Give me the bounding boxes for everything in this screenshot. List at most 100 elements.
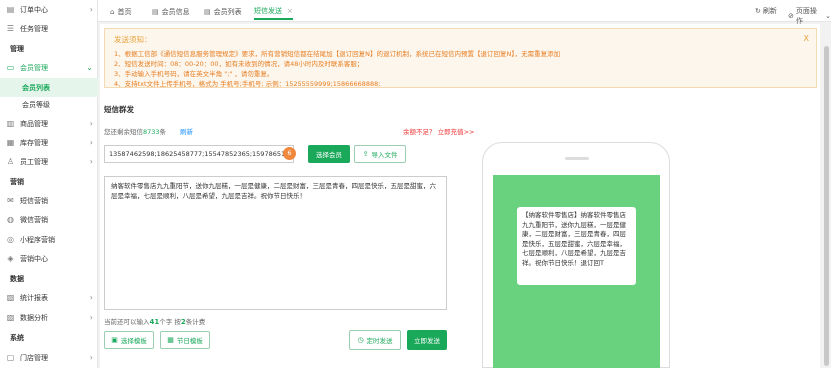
sidebar-item-label: 数据分析 — [20, 313, 48, 322]
sidebar-item-label: 会员等级 — [22, 100, 50, 109]
sidebar-item[interactable]: ♙ 员工管理 › — [0, 152, 98, 171]
sidebar-item[interactable]: ◈ 营销中心 — [0, 249, 98, 268]
list-icon: ☰ — [6, 24, 15, 33]
select-member-button[interactable]: 选择会员 — [308, 145, 350, 163]
word-count: 当前还可以输入41个字 按2条计费 — [104, 318, 206, 326]
sidebar-item-label: 营销中心 — [20, 254, 48, 263]
sidebar-item[interactable]: ▧ 统计报表 › — [0, 288, 98, 307]
sidebar-item[interactable]: ◎ 小程序营销 — [0, 230, 98, 249]
chevron-right-icon: › — [89, 119, 93, 128]
sidebar-item-label: 任务管理 — [20, 24, 48, 33]
phone-speaker — [565, 157, 589, 160]
clock-icon: ◷ — [357, 336, 364, 344]
sms-icon: ✉ — [7, 196, 14, 205]
sidebar-subitem[interactable]: 会员等级 — [0, 95, 98, 114]
tab-member-info[interactable]: ▤ 会员信息 — [152, 4, 190, 20]
scrollbar-thumb[interactable] — [824, 46, 829, 366]
page-ops-button[interactable]: ⊘ 页面操作 ⌄ — [788, 6, 831, 26]
marketing-icon: ◈ — [7, 254, 14, 263]
report-icon: ▧ — [6, 293, 15, 302]
main-content: 发送须知： 1、根据工信部《通信短信息服务管理规定》要求，所有营销短信都在结尾加… — [100, 24, 820, 368]
doc-icon: ▤ — [152, 8, 159, 16]
refresh-link[interactable]: 刷新 — [180, 126, 193, 136]
sidebar-item[interactable]: ▭ 会员管理 ⌄ — [0, 58, 98, 77]
stock-icon: ▦ — [6, 138, 15, 147]
sidebar-item-label: 短信营销 — [20, 196, 48, 205]
refresh-button[interactable]: ↻ 刷新 — [755, 6, 777, 16]
sidebar-item[interactable]: ✉ 短信营销 — [0, 191, 98, 210]
import-file-button[interactable]: ⇪ 导入文件 — [354, 145, 406, 163]
sidebar-item-label: 会员列表 — [22, 83, 50, 92]
notice-title: 发送须知： — [114, 35, 152, 44]
sidebar-section-heading: 营销 — [0, 172, 98, 191]
tab-home[interactable]: ⌂ 首页 — [110, 4, 131, 20]
chevron-right-icon: › — [89, 353, 93, 362]
sidebar-item-label: 营销 — [10, 177, 24, 186]
preview-bubble: 【纳客软件零售店】纳客软件零售店九九重阳节，送你九层糕，一层是健康，二层是财富，… — [517, 207, 636, 285]
select-template-button[interactable]: ▣ 选择模板 — [104, 331, 154, 349]
sidebar-section-heading: 数据 — [0, 269, 98, 288]
sidebar-item-label: 员工管理 — [20, 157, 48, 166]
staff-icon: ♙ — [6, 157, 15, 166]
phone-preview: 【纳客软件零售店】纳客软件零售店九九重阳节，送你九层糕，一层是健康，二层是财富，… — [482, 142, 670, 368]
upload-icon: ⇪ — [362, 150, 369, 158]
sidebar-section-heading: 管理 — [0, 39, 98, 58]
sidebar-item[interactable]: ◍ 微信营销 — [0, 210, 98, 229]
sidebar-item-label: 库存管理 — [20, 138, 48, 147]
refresh-icon: ↻ — [755, 7, 761, 15]
sidebar-section-heading: 系统 — [0, 328, 98, 347]
scrollbar[interactable] — [822, 24, 831, 368]
doc-icon: ▤ — [204, 8, 211, 16]
notice-line: 3、手动输入手机号码，请在英文半角 ";" ，请勿重复。 — [114, 70, 274, 78]
notice-line: 1、根据工信部《通信短信息服务管理规定》要求，所有营销短信都在结尾加【退订回复N… — [114, 50, 561, 58]
sidebar-item[interactable]: ▢ 门店管理 › — [0, 348, 98, 367]
sidebar-item-label: 商品管理 — [20, 119, 48, 128]
chevron-right-icon: › — [89, 313, 93, 322]
notice-line: 4、支持txt文件上传手机号，格式为 手机号;手机号; 示例：152555599… — [114, 80, 381, 88]
calendar-icon: ▦ — [167, 336, 174, 344]
sidebar-item-label: 系统 — [10, 333, 24, 342]
chevron-right-icon: › — [89, 293, 93, 302]
app-root: ▤ 订单中心 › ☰ 任务管理管理 ▭ 会员管理 ⌄ 会员列表会员等级 ▥ 商品管理 › ▦ 库存管理 › ♙… — [0, 0, 831, 368]
sidebar-item[interactable]: ☰ 任务管理 — [0, 19, 98, 38]
file-icon: ▤ — [6, 5, 15, 14]
wechat-icon: ◍ — [7, 215, 14, 224]
tab-sms-send[interactable]: 短信发送 × — [254, 4, 293, 20]
phone-screen: 【纳客软件零售店】纳客软件零售店九九重阳节，送你九层糕，一层是健康，二层是财富，… — [493, 175, 660, 368]
message-textarea[interactable]: 纳客软件零售店九九重阳节，送你九层糕，一层是健康，二层是财富，三层是青春，四层是… — [104, 176, 447, 310]
sidebar-item-label: 数据 — [10, 274, 24, 283]
chevron-right-icon: › — [89, 5, 93, 14]
remaining-sms: 您还剩余短信8733条 — [104, 128, 167, 136]
sidebar-item-label: 微信营销 — [20, 215, 48, 224]
schedule-send-button[interactable]: ◷ 定时发送 — [349, 330, 401, 350]
goods-icon: ▥ — [6, 119, 15, 128]
sidebar-item-label: 小程序营销 — [20, 235, 55, 244]
phone-numbers-input[interactable]: 13587462598;18625458777;15547852365;1597… — [104, 145, 294, 163]
sidebar-item-label: 订单中心 — [20, 5, 48, 14]
sidebar-item[interactable]: ▨ 数据分析 › — [0, 308, 98, 327]
send-now-button[interactable]: 立即发送 — [407, 330, 447, 350]
sidebar-item-label: 门店管理 — [20, 353, 48, 362]
notice-box: 发送须知： 1、根据工信部《通信短信息服务管理规定》要求，所有营销短信都在结尾加… — [104, 28, 817, 88]
home-icon: ⌂ — [110, 8, 115, 16]
holiday-template-button[interactable]: ▦ 节日模板 — [160, 331, 210, 349]
analysis-icon: ▨ — [6, 313, 15, 322]
section-title: 短信群发 — [104, 105, 134, 114]
tab-bar: ⌂ 首页 ▤ 会员信息 ▤ 会员列表 短信发送 × ↻ 刷新 ⊘ 页面操作 ⌄ — [98, 0, 831, 25]
template-icon: ▣ — [111, 336, 118, 344]
sidebar-item[interactable]: ▥ 商品管理 › — [0, 114, 98, 133]
sidebar-item[interactable]: ▦ 库存管理 › — [0, 133, 98, 152]
store-icon: ▢ — [6, 353, 15, 362]
sidebar: ▤ 订单中心 › ☰ 任务管理管理 ▭ 会员管理 ⌄ 会员列表会员等级 ▥ 商品管理 › ▦ 库存管理 › ♙… — [0, 0, 98, 368]
member-icon: ▭ — [6, 63, 15, 72]
sidebar-item[interactable]: ▤ 订单中心 › — [0, 0, 98, 19]
tab-member-list[interactable]: ▤ 会员列表 — [204, 4, 242, 20]
phone-count-badge: 6 — [283, 147, 296, 160]
miniapp-icon: ◎ — [7, 235, 14, 244]
close-icon[interactable]: × — [287, 7, 293, 15]
close-icon[interactable]: X — [804, 34, 809, 43]
chevron-right-icon: › — [89, 138, 93, 147]
chevron-down-icon: ⌄ — [825, 12, 831, 20]
settings-icon: ⊘ — [788, 12, 794, 20]
recharge-link[interactable]: 余额不足？ 立即充值>> — [403, 126, 474, 136]
